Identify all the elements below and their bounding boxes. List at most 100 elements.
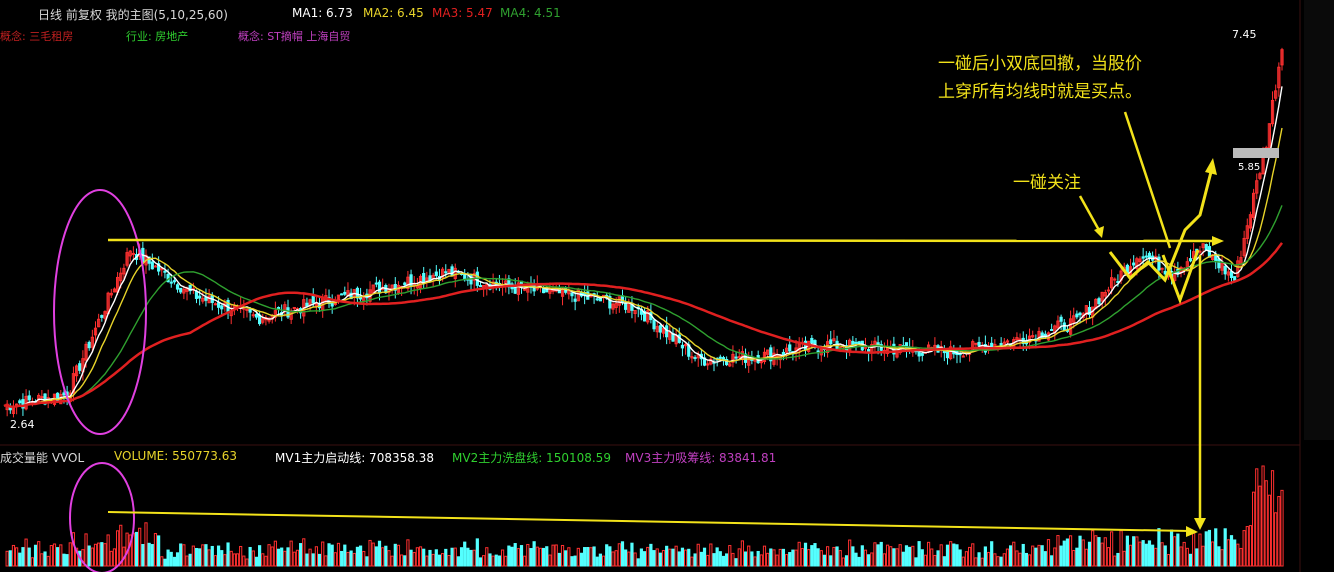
volume-bar bbox=[90, 547, 94, 567]
volume-bar bbox=[545, 546, 549, 567]
volume-bar bbox=[772, 549, 776, 567]
ma2-value: MA2: 6.45 bbox=[363, 6, 424, 20]
volume-bar bbox=[276, 548, 281, 567]
volume-bar bbox=[1059, 545, 1063, 567]
candle-body bbox=[27, 395, 31, 401]
volume-bar bbox=[261, 553, 265, 567]
volume-bar bbox=[393, 543, 397, 567]
volume-bar bbox=[867, 554, 871, 567]
ma1-value: MA1: 6.73 bbox=[292, 6, 353, 20]
volume-bar bbox=[844, 555, 849, 567]
volume-bar bbox=[945, 544, 950, 567]
candle-body bbox=[292, 306, 296, 309]
volume-bar bbox=[1236, 543, 1240, 567]
volume-bar bbox=[21, 547, 25, 567]
candle-body bbox=[1050, 329, 1054, 332]
volume-bar bbox=[182, 544, 186, 567]
volume-bar bbox=[699, 551, 703, 567]
volume-bar bbox=[1012, 541, 1016, 567]
volume-bar bbox=[264, 555, 268, 567]
volume-bar bbox=[1053, 547, 1057, 567]
volume-bar bbox=[346, 551, 350, 567]
volume-bar bbox=[11, 544, 16, 567]
volume-bar bbox=[570, 556, 574, 567]
candle-body bbox=[333, 302, 337, 305]
volume-bar bbox=[557, 552, 561, 567]
volume-bar bbox=[1119, 530, 1123, 567]
volume-bar bbox=[605, 544, 609, 567]
volume-bar bbox=[1233, 539, 1237, 567]
high-label: 7.45 bbox=[1232, 28, 1257, 41]
volume-bar bbox=[175, 552, 180, 567]
candle-body bbox=[523, 288, 527, 291]
volume-bar bbox=[283, 550, 287, 567]
volume-bar bbox=[422, 548, 426, 567]
volume-bar bbox=[825, 546, 830, 567]
volume-bar bbox=[56, 547, 60, 567]
volume-bar bbox=[1043, 551, 1047, 567]
volume-bar bbox=[885, 544, 890, 567]
volume-bar bbox=[917, 541, 921, 567]
volume-bar bbox=[747, 545, 751, 567]
volume-bar bbox=[478, 557, 483, 567]
low-label: 2.64 bbox=[10, 418, 35, 431]
volume-bar bbox=[901, 551, 905, 567]
volume-bar bbox=[1128, 544, 1133, 567]
volume-bar bbox=[1122, 550, 1126, 567]
volume-bar bbox=[106, 534, 110, 567]
volume-bar bbox=[598, 553, 603, 567]
candle-body bbox=[961, 355, 965, 358]
volume-bar bbox=[759, 554, 763, 567]
volume-bar bbox=[863, 549, 868, 567]
candle-body bbox=[216, 302, 221, 308]
candle-body bbox=[179, 287, 183, 293]
volume-bar bbox=[791, 549, 795, 567]
price-box bbox=[1233, 148, 1279, 158]
buy-pointer-line bbox=[1123, 111, 1172, 249]
volume-bar bbox=[1040, 545, 1044, 567]
volume-bar bbox=[737, 548, 741, 567]
watch-pointer bbox=[1078, 195, 1102, 233]
volume-bar bbox=[52, 543, 57, 567]
volume-bar bbox=[1065, 538, 1070, 567]
volume-bar bbox=[469, 549, 473, 567]
volume-bar bbox=[696, 543, 700, 567]
volume-bar bbox=[482, 555, 486, 567]
volume-bar bbox=[112, 548, 117, 567]
volume-bar bbox=[1214, 528, 1218, 567]
volume-bar bbox=[630, 542, 634, 567]
volume-bar bbox=[1229, 535, 1234, 567]
volume-bar bbox=[109, 550, 113, 567]
volume-bar bbox=[740, 540, 745, 567]
volume-bar bbox=[936, 550, 940, 567]
volume-bar bbox=[642, 551, 647, 567]
volume-bar bbox=[923, 554, 928, 567]
volume-bar bbox=[551, 544, 555, 567]
volume-trend-line bbox=[107, 511, 1191, 532]
volume-bar bbox=[990, 541, 994, 567]
volume-bar bbox=[216, 545, 221, 567]
volume-bar bbox=[516, 548, 520, 567]
volume-bar bbox=[437, 554, 442, 567]
volume-bar bbox=[428, 549, 432, 567]
volume-bar bbox=[403, 555, 407, 567]
volume-bar bbox=[781, 548, 786, 567]
volume-bar bbox=[1097, 537, 1101, 567]
candle-body bbox=[1078, 312, 1082, 316]
volume-bar bbox=[1062, 540, 1066, 567]
volume-bar bbox=[794, 549, 798, 567]
candle-body bbox=[851, 340, 855, 346]
volume-bar bbox=[920, 549, 924, 567]
volume-bar bbox=[425, 555, 429, 567]
volume-bar bbox=[1002, 553, 1006, 567]
buy-note-line1: 一碰后小双底回撤，当股价 bbox=[938, 54, 1142, 74]
volume-bar bbox=[418, 546, 423, 567]
volume-bar bbox=[876, 544, 880, 567]
volume-bar bbox=[399, 554, 404, 567]
volume-bar bbox=[807, 549, 811, 567]
volume-bar bbox=[762, 545, 767, 567]
volume-bar bbox=[150, 544, 154, 567]
volume-bar bbox=[1264, 480, 1268, 567]
industry-tag: 行业: 房地产 bbox=[126, 30, 189, 43]
candle-body bbox=[251, 314, 255, 317]
